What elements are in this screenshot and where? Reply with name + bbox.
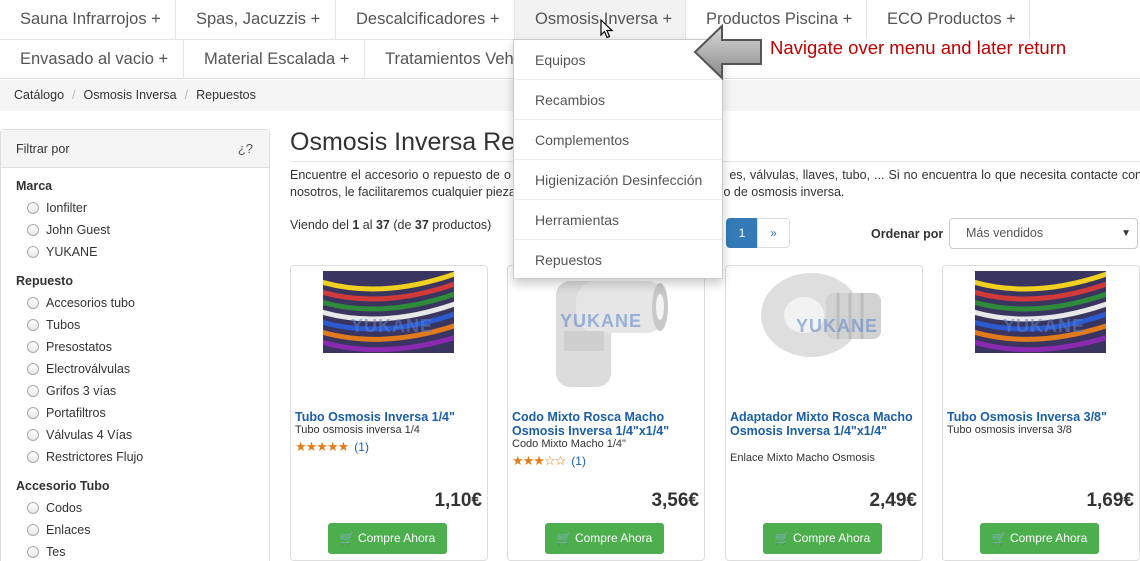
filter-header: Filtrar por ¿? <box>1 130 269 168</box>
radio-button[interactable] <box>27 341 39 353</box>
nav-item-eco[interactable]: ECO Productos + <box>867 0 1030 39</box>
radio-button[interactable] <box>27 297 39 309</box>
rating-stars: ★★★★★ (1) <box>295 439 369 454</box>
filter-option[interactable]: Enlaces <box>1 519 269 541</box>
nav-item-tratamientos[interactable]: Tratamientos Vehi <box>365 39 517 78</box>
filter-option[interactable]: Ionfilter <box>1 197 269 219</box>
product-card[interactable]: YUKANE Adaptador Mixto Rosca Macho Osmos… <box>725 265 923 561</box>
left-arrow-icon <box>693 23 762 81</box>
pagination-page-1[interactable]: 1 <box>726 218 758 248</box>
annotation-text: Navigate over menu and later return <box>770 37 1067 58</box>
dropdown-item-higienizacion[interactable]: Higienización Desinfección <box>514 160 722 200</box>
radio-button[interactable] <box>27 407 39 419</box>
filter-option[interactable]: Portafiltros <box>1 402 269 424</box>
product-image-adapter[interactable] <box>756 271 886 359</box>
product-card[interactable]: YUKANE Tubo Osmosis Inversa 3/8" Tubo os… <box>942 265 1140 561</box>
pagination-next[interactable]: » <box>757 218 790 248</box>
watermark-text: YUKANE <box>796 316 879 336</box>
watermark-text: YUKANE <box>560 311 643 331</box>
filter-option[interactable]: Tes <box>1 541 269 561</box>
buy-now-button[interactable]: 🛒 Compre Ahora <box>328 523 447 554</box>
product-description: Codo Mixto Macho 1/4" <box>512 438 626 450</box>
product-price: 1,10€ <box>434 490 482 511</box>
radio-button[interactable] <box>27 524 39 536</box>
radio-button[interactable] <box>27 451 39 463</box>
cart-icon: 🛒 <box>991 531 1010 545</box>
breadcrumb-repuestos: Repuestos <box>196 88 256 102</box>
radio-button[interactable] <box>27 546 39 558</box>
product-price: 2,49€ <box>869 490 917 511</box>
nav-item-descalcificadores[interactable]: Descalcificadores + <box>336 0 515 39</box>
filter-option[interactable]: Presostatos <box>1 336 269 358</box>
nav-item-sauna[interactable]: Sauna Infrarrojos + <box>0 0 176 39</box>
dropdown-item-repuestos[interactable]: Repuestos <box>514 240 722 280</box>
product-name-link[interactable]: Codo Mixto Rosca Macho Osmosis Inversa 1… <box>512 410 700 438</box>
filter-option[interactable]: YUKANE <box>1 241 269 263</box>
buy-now-button[interactable]: 🛒 Compre Ahora <box>545 523 664 554</box>
filter-option[interactable]: Tubos <box>1 314 269 336</box>
dropdown-item-recambios[interactable]: Recambios <box>514 80 722 120</box>
radio-button[interactable] <box>27 224 39 236</box>
product-description: Tubo osmosis inversa 3/8 <box>947 424 1072 436</box>
filter-help-link[interactable]: ¿? <box>238 130 253 168</box>
cart-icon: 🛒 <box>774 531 793 545</box>
product-card[interactable]: YUKANE Tubo Osmosis Inversa 1/4" Tubo os… <box>290 265 488 561</box>
page-title: Osmosis Inversa Re <box>290 128 516 156</box>
filter-option[interactable]: John Guest <box>1 219 269 241</box>
product-description: Enlace Mixto Macho Osmosis <box>730 452 875 464</box>
nav-item-escalada[interactable]: Material Escalada + <box>184 39 365 78</box>
buy-now-button[interactable]: 🛒 Compre Ahora <box>763 523 882 554</box>
review-count-link[interactable]: (1) <box>354 440 369 454</box>
rating-stars: ★★★☆☆ (1) <box>512 453 586 468</box>
nav-item-spas[interactable]: Spas, Jacuzzis + <box>176 0 336 39</box>
mouse-cursor-icon <box>600 19 614 39</box>
sort-label: Ordenar por <box>871 227 944 241</box>
watermark-text: YUKANE <box>1003 316 1086 336</box>
caret-down-icon: ▼ <box>1121 228 1131 239</box>
filter-option[interactable]: Grifos 3 vías <box>1 380 269 402</box>
filter-option[interactable]: Codos <box>1 497 269 519</box>
watermark-text: YUKANE <box>351 316 434 336</box>
product-name-link[interactable]: Adaptador Mixto Rosca Macho Osmosis Inve… <box>730 410 918 438</box>
product-card[interactable]: YUKANE Codo Mixto Rosca Macho Osmosis In… <box>507 265 705 561</box>
product-image-tubes[interactable] <box>975 271 1106 353</box>
filter-group-repuesto: Repuesto <box>16 274 73 288</box>
nav-item-envasado[interactable]: Envasado al vacio + <box>0 39 184 78</box>
filter-group-marca: Marca <box>16 179 53 193</box>
buy-now-button[interactable]: 🛒 Compre Ahora <box>980 523 1099 554</box>
filter-title: Filtrar por <box>16 142 70 156</box>
radio-button[interactable] <box>27 502 39 514</box>
radio-button[interactable] <box>27 246 39 258</box>
filter-option[interactable]: Electroválvulas <box>1 358 269 380</box>
results-count: Viendo del 1 al 37 (de 37 productos) <box>290 218 492 232</box>
product-price: 3,56€ <box>651 490 699 511</box>
cart-icon: 🛒 <box>339 531 358 545</box>
radio-button[interactable] <box>27 363 39 375</box>
dropdown-item-complementos[interactable]: Complementos <box>514 120 722 160</box>
radio-button[interactable] <box>27 319 39 331</box>
dropdown-item-herramientas[interactable]: Herramientas <box>514 200 722 240</box>
product-name-link[interactable]: Tubo Osmosis Inversa 1/4" <box>295 410 483 424</box>
dropdown-item-equipos[interactable]: Equipos <box>514 40 722 80</box>
filter-option[interactable]: Válvulas 4 Vías <box>1 424 269 446</box>
review-count-link[interactable]: (1) <box>571 454 586 468</box>
radio-button[interactable] <box>27 202 39 214</box>
breadcrumb-catalogo[interactable]: Catálogo <box>14 88 64 102</box>
sort-select[interactable]: Más vendidos ▼ <box>949 218 1138 249</box>
cart-icon: 🛒 <box>556 531 575 545</box>
product-description: Tubo osmosis inversa 1/4 <box>295 424 420 436</box>
product-image-tubes[interactable] <box>323 271 454 353</box>
filter-option[interactable]: Accesorios tubo <box>1 292 269 314</box>
product-name-link[interactable]: Tubo Osmosis Inversa 3/8" <box>947 410 1135 424</box>
breadcrumb-osmosis[interactable]: Osmosis Inversa <box>84 88 177 102</box>
filter-sidebar: Filtrar por ¿? Marca Ionfilter John Gues… <box>0 129 270 561</box>
radio-button[interactable] <box>27 385 39 397</box>
radio-button[interactable] <box>27 429 39 441</box>
filter-group-accesorio: Accesorio Tubo <box>16 479 110 493</box>
filter-option[interactable]: Restrictores Flujo <box>1 446 269 468</box>
product-price: 1,69€ <box>1086 490 1134 511</box>
